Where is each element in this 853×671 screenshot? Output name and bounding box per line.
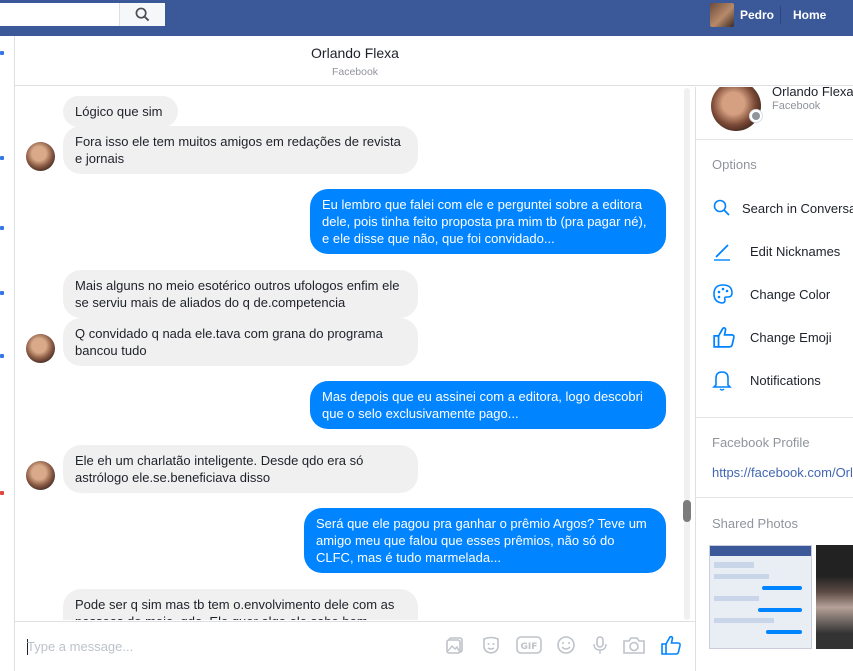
options-heading: Options: [712, 157, 757, 172]
message-incoming: Q convidado q nada ele.tava com grana do…: [63, 318, 418, 366]
message-incoming: Lógico que sim: [63, 96, 178, 127]
pencil-icon: [712, 238, 740, 264]
svg-text:GIF: GIF: [521, 642, 538, 652]
option-label: Change Color: [750, 286, 831, 302]
option-label: Notifications: [750, 372, 821, 388]
message-thread: Lógico que sim Fora isso ele tem muitos …: [15, 87, 695, 620]
option-change-color[interactable]: Change Color: [712, 281, 853, 307]
conversation-subtitle: Facebook: [331, 66, 379, 78]
contact-avatar: [26, 461, 55, 490]
list-marker: [0, 156, 4, 160]
voice-clip-button[interactable]: [589, 634, 611, 656]
conversation-list-edge[interactable]: [0, 36, 15, 671]
option-label: Search in Conversation: [742, 200, 853, 216]
profile-name: Pedro: [740, 8, 775, 22]
message-incoming: Pode ser q sim mas tb tem o.envolvimento…: [63, 589, 418, 620]
like-send-button[interactable]: [659, 634, 683, 656]
divider: [696, 497, 853, 498]
message-scrollbar[interactable]: [682, 88, 692, 620]
shared-photo[interactable]: [816, 545, 853, 649]
nav-divider: [780, 6, 781, 24]
avatar: [710, 3, 734, 27]
camera-icon: [623, 637, 645, 654]
scrollbar-track[interactable]: [684, 88, 690, 620]
thumbs-up-icon: [712, 324, 740, 350]
home-link[interactable]: Home: [793, 8, 826, 22]
list-marker: [0, 51, 4, 55]
conversation-header: Orlando Flexa Facebook: [15, 36, 853, 86]
message-outgoing: Eu lembro que falei com ele e perguntei …: [310, 189, 666, 254]
option-label: Change Emoji: [750, 329, 832, 345]
facebook-profile-heading: Facebook Profile: [712, 435, 810, 450]
message-incoming: Fora isso ele tem muitos amigos em redaç…: [63, 126, 418, 174]
photo-button[interactable]: [444, 634, 466, 656]
divider: [696, 139, 853, 140]
sticker-button[interactable]: [480, 634, 502, 656]
camera-button[interactable]: [621, 634, 647, 656]
option-search-in-conversation[interactable]: Search in Conversation: [712, 195, 853, 221]
scrollbar-thumb[interactable]: [683, 500, 691, 522]
gif-button[interactable]: GIF: [516, 634, 542, 656]
facebook-profile-link[interactable]: https://facebook.com/Orlando: [712, 465, 853, 480]
conversation-info-panel: Orlando Flexa Facebook Options Search in…: [695, 87, 853, 671]
info-contact-source: Facebook: [772, 100, 821, 112]
message-composer: Type a message... GIF: [15, 621, 695, 671]
gif-icon: GIF: [516, 636, 542, 654]
message-incoming: Ele eh um charlatão inteligente. Desde q…: [63, 445, 418, 493]
option-label: Edit Nicknames: [750, 243, 841, 259]
divider: [696, 417, 853, 418]
option-edit-nicknames[interactable]: Edit Nicknames: [712, 238, 853, 264]
bell-icon: [712, 367, 740, 393]
facebook-badge-icon: [749, 109, 763, 123]
search-icon: [712, 195, 732, 221]
info-contact-name[interactable]: Orlando Flexa: [772, 87, 853, 99]
search-button[interactable]: [119, 3, 165, 26]
conversation-title[interactable]: Orlando Flexa: [15, 45, 695, 61]
profile-link[interactable]: Pedro: [710, 2, 774, 28]
search-icon: [135, 7, 150, 22]
shared-photos-heading: Shared Photos: [712, 516, 799, 531]
palette-icon: [712, 281, 740, 307]
thumbs-up-icon: [661, 635, 681, 655]
sticker-icon: [483, 636, 499, 654]
list-marker: [0, 291, 4, 295]
list-marker: [0, 226, 4, 230]
microphone-icon: [593, 636, 607, 654]
message-outgoing: Mas depois que eu assinei com a editora,…: [310, 381, 666, 429]
emoji-button[interactable]: [555, 634, 577, 656]
photos-icon: [446, 637, 463, 654]
contact-avatar: [26, 142, 55, 171]
list-marker: [0, 491, 4, 495]
search-input[interactable]: [0, 3, 119, 26]
option-notifications[interactable]: Notifications: [712, 367, 853, 393]
list-marker: [0, 354, 4, 358]
emoji-icon: [557, 636, 575, 654]
message-input[interactable]: Type a message...: [27, 639, 133, 654]
top-navigation-bar: Pedro Home: [0, 0, 853, 36]
option-change-emoji[interactable]: Change Emoji: [712, 324, 853, 350]
contact-avatar: [26, 334, 55, 363]
shared-photo[interactable]: [709, 545, 812, 649]
message-outgoing: Será que ele pagou pra ganhar o prêmio A…: [304, 508, 666, 573]
message-incoming: Mais alguns no meio esotérico outros ufo…: [63, 270, 418, 318]
